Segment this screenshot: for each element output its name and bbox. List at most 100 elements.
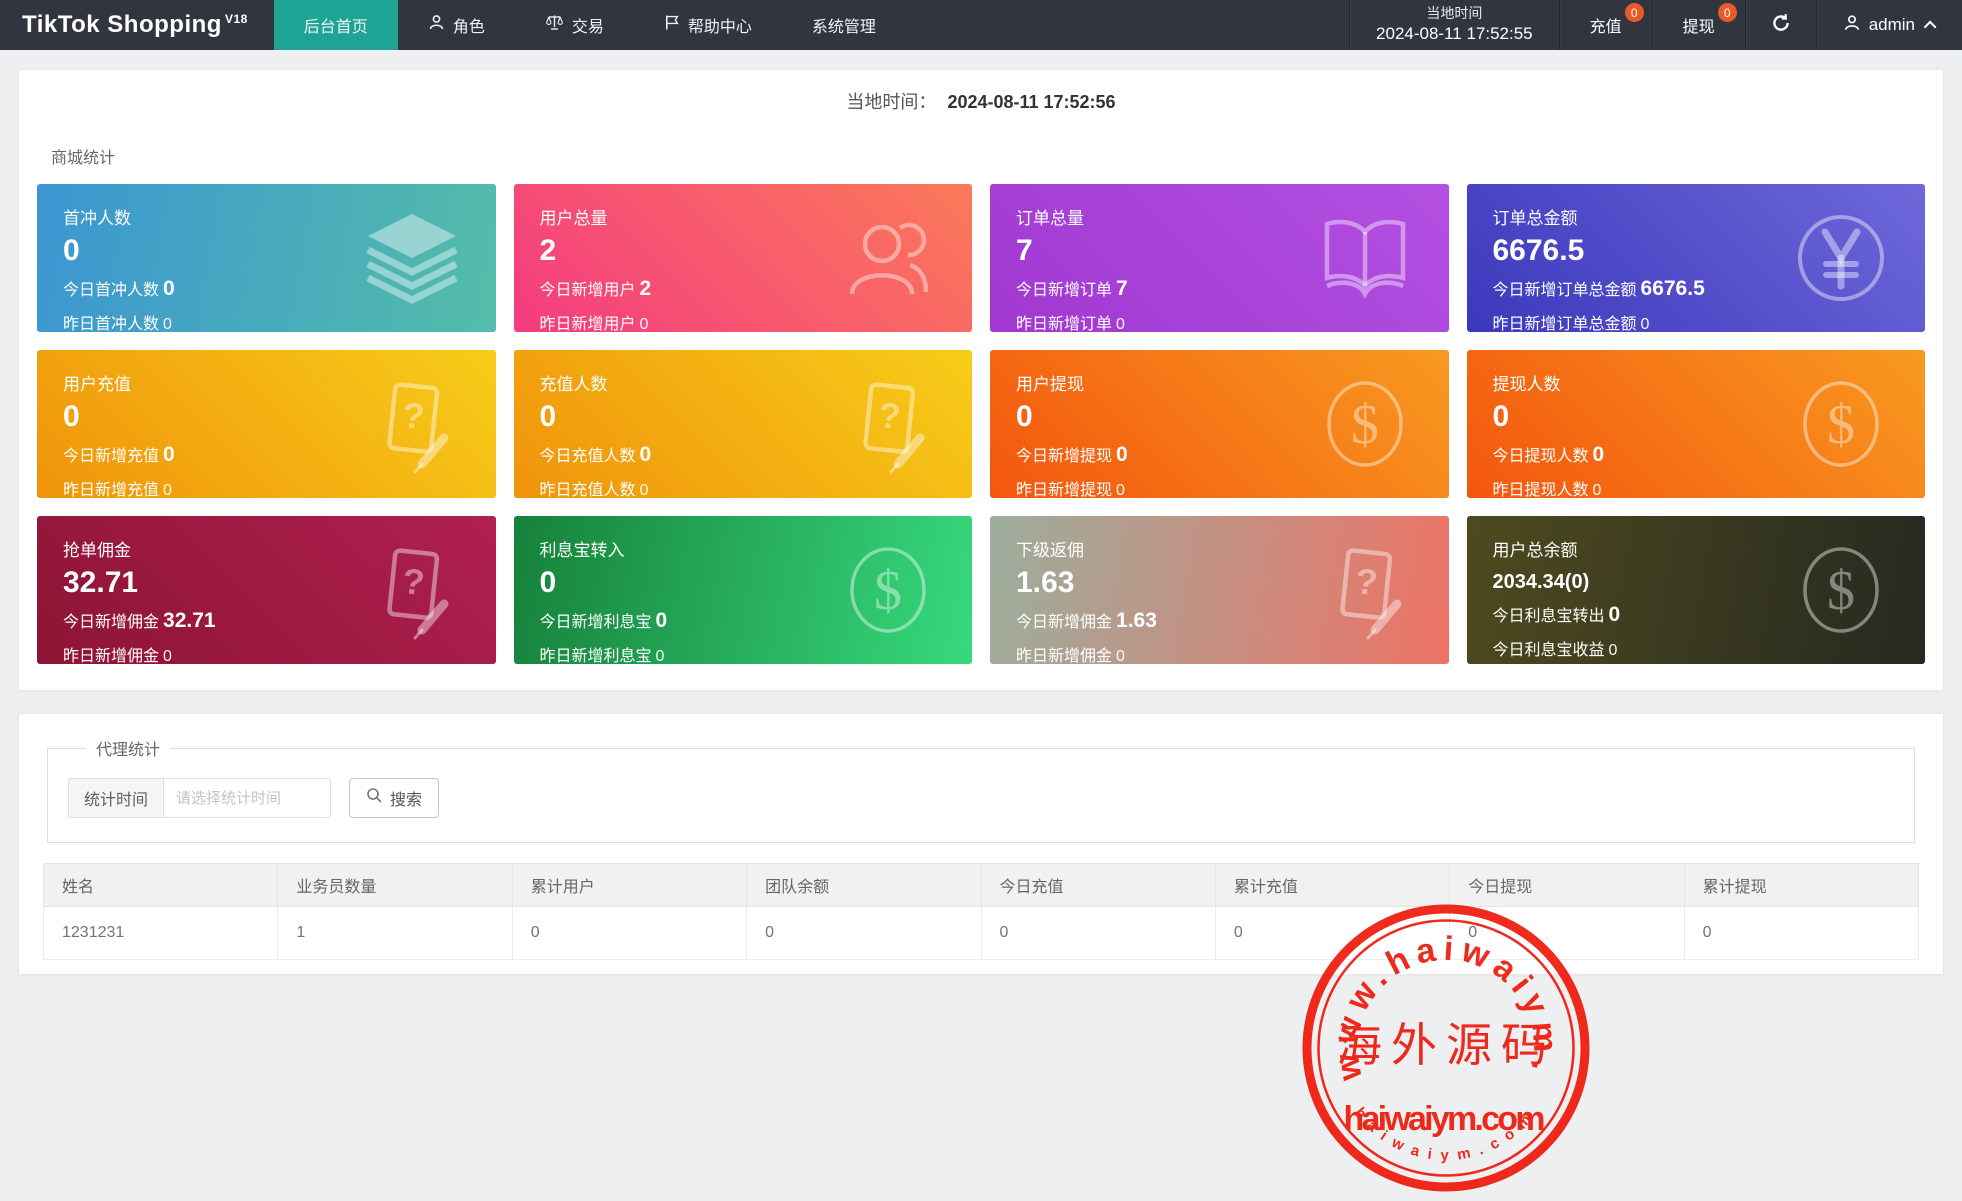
top-nav: TikTok Shopping V18 后台首页 角色 交易 帮助中心 系统管理… (0, 0, 1962, 50)
card-line3-label: 昨日新增利息宝 (539, 648, 652, 664)
app-version: V18 (224, 12, 248, 26)
local-time-value: 2024-08-11 17:52:55 (1376, 23, 1533, 43)
yen-circle-icon (1791, 208, 1891, 308)
card-line2-value: 6676.5 (1640, 277, 1705, 300)
tab-dashboard-label: 后台首页 (303, 19, 368, 36)
col-team-balance: 团队余额 (746, 863, 982, 907)
card-line2-label: 今日提现人数 (1492, 448, 1589, 465)
card-line3-label: 昨日充值人数 (539, 482, 636, 498)
person-icon (428, 14, 445, 36)
cell-today-withdraw: 0 (1449, 906, 1685, 960)
card-line3-label: 昨日新增订单总金额 (1492, 316, 1637, 332)
col-salesman-count: 业务员数量 (277, 863, 513, 907)
stat-card-interest-transfer-in: 利息宝转入 0 今日新增利息宝 0 昨日新增利息宝 0 (513, 516, 972, 664)
scales-icon (545, 14, 564, 36)
main-menu: 后台首页 角色 交易 帮助中心 系统管理 (273, 0, 906, 50)
card-line2-label: 今日新增利息宝 (539, 614, 652, 631)
tab-system-label: 系统管理 (811, 19, 876, 36)
search-button[interactable]: 搜索 (349, 778, 440, 818)
card-line2-label: 今日新增充值 (63, 448, 160, 465)
card-line3-value: 0 (163, 648, 172, 664)
card-line2-label: 今日新增佣金 (63, 614, 160, 631)
card-line2-value: 32.71 (163, 609, 216, 632)
card-line2-value: 0 (163, 443, 175, 466)
card-line3-value: 0 (1592, 482, 1602, 498)
page-local-time-value: 2024-08-11 17:52:56 (947, 92, 1116, 112)
dollar-circle-icon (838, 540, 938, 640)
recharge-label: 充值 (1589, 19, 1622, 36)
stamp-center-text: 海外源码 (1336, 1020, 1556, 1071)
dollar-circle-icon (1315, 374, 1415, 474)
card-line2-label: 今日充值人数 (539, 448, 636, 465)
cell-today-recharge: 0 (980, 906, 1216, 960)
card-line2-value: 0 (655, 609, 668, 632)
agent-table: 姓名 业务员数量 累计用户 团队余额 今日充值 累计充值 今日提现 累计提现 1… (42, 863, 1920, 960)
card-line3-label: 昨日新增佣金 (63, 648, 160, 664)
agent-fieldset: 代理统计 统计时间 搜索 (47, 736, 1915, 843)
user-menu[interactable]: admin (1815, 0, 1962, 50)
time-field-label: 统计时间 (68, 778, 164, 818)
card-line3-value: 0 (163, 482, 172, 498)
tab-help-center[interactable]: 帮助中心 (634, 0, 782, 50)
user-name: admin (1868, 15, 1915, 34)
time-input[interactable] (163, 778, 332, 818)
card-line3-value: 0 (1608, 642, 1618, 659)
tab-roles-label: 角色 (452, 19, 485, 36)
tab-help-center-label: 帮助中心 (687, 19, 752, 36)
card-line2-label: 今日新增订单总金额 (1492, 282, 1637, 299)
tab-roles[interactable]: 角色 (398, 0, 515, 50)
col-total-withdraw: 累计提现 (1683, 863, 1920, 907)
card-line2-label: 今日新增提现 (1016, 448, 1113, 465)
agent-panel: 代理统计 统计时间 搜索 姓名 业务员数量 累计用户 团队余额 今日充值 累计充… (18, 713, 1944, 975)
card-line3-label: 昨日新增充值 (63, 482, 160, 498)
tab-trade-label: 交易 (571, 19, 604, 36)
card-line2-label: 今日新增用户 (539, 282, 636, 299)
refresh-button[interactable] (1744, 0, 1816, 50)
withdraw-button[interactable]: 提现 0 (1651, 0, 1745, 50)
tab-trade[interactable]: 交易 (515, 0, 634, 50)
stat-card-first-recharge-users: 首冲人数 0 今日首冲人数 0 昨日首冲人数 0 (37, 184, 496, 332)
book-icon (1315, 208, 1415, 308)
card-line3-label: 昨日新增用户 (539, 316, 636, 332)
stat-card-recharge-users: 充值人数 0 今日充值人数 0 昨日充值人数 0 (513, 350, 972, 498)
card-line3-value: 0 (1116, 482, 1125, 498)
withdraw-label: 提现 (1682, 19, 1715, 36)
card-line3-label: 今日利息宝收益 (1492, 642, 1605, 659)
cell-name: 1231231 (42, 906, 279, 960)
card-line3-label: 昨日提现人数 (1492, 482, 1589, 498)
app-logo[interactable]: TikTok Shopping V18 (0, 0, 274, 50)
table-row: 1231231 1 0 0 0 0 0 0 (42, 906, 1920, 960)
card-line2-label: 今日首冲人数 (63, 282, 160, 299)
card-line3-value: 0 (1116, 316, 1125, 332)
recharge-button[interactable]: 充值 0 (1558, 0, 1652, 50)
people-icon (838, 208, 938, 308)
paper-question-icon (838, 374, 938, 474)
paper-question-icon (1315, 540, 1415, 640)
flag-icon (664, 14, 680, 36)
card-line2-label: 今日新增订单 (1016, 282, 1113, 299)
tab-dashboard[interactable]: 后台首页 (273, 0, 398, 50)
tab-system[interactable]: 系统管理 (782, 0, 906, 50)
stat-cards-grid: 首冲人数 0 今日首冲人数 0 昨日首冲人数 0 用户总量 2 今日新增用户 2 昨日… (37, 184, 1925, 664)
paper-question-icon (362, 540, 462, 640)
cell-team-balance: 0 (746, 906, 982, 960)
stamp-bottom-arc-text: haiwaiym.com (1351, 1104, 1538, 1164)
card-line2-value: 0 (1116, 443, 1128, 466)
stat-card-user-recharge: 用户充值 0 今日新增充值 0 昨日新增充值 0 (37, 350, 496, 498)
search-button-label: 搜索 (390, 792, 423, 809)
col-today-recharge: 今日充值 (980, 863, 1216, 907)
nav-local-time: 当地时间 2024-08-11 17:52:55 (1349, 0, 1559, 50)
cell-total-users: 0 (511, 906, 748, 960)
card-line2-value: 0 (163, 277, 175, 300)
stat-card-user-balance: 用户总余额 2034.34(0) 今日利息宝转出 0 今日利息宝收益 0 (1466, 516, 1925, 664)
stat-card-withdraw-users: 提现人数 0 今日提现人数 0 昨日提现人数 0 (1466, 350, 1925, 498)
page-local-time: 当地时间： 2024-08-11 17:52:56 (37, 86, 1925, 114)
card-line2-label: 今日利息宝转出 (1492, 608, 1605, 625)
stamp-main-text: haiwaiym.com (1344, 1100, 1549, 1138)
stat-card-order-commission: 抢单佣金 32.71 今日新增佣金 32.71 昨日新增佣金 0 (37, 516, 496, 664)
card-line2-value: 0 (1592, 443, 1605, 466)
stat-card-total-orders: 订单总量 7 今日新增订单 7 昨日新增订单 0 (990, 184, 1449, 332)
time-input-group: 统计时间 (68, 778, 332, 818)
col-total-users: 累计用户 (511, 863, 748, 907)
card-line2-value: 0 (639, 443, 652, 466)
